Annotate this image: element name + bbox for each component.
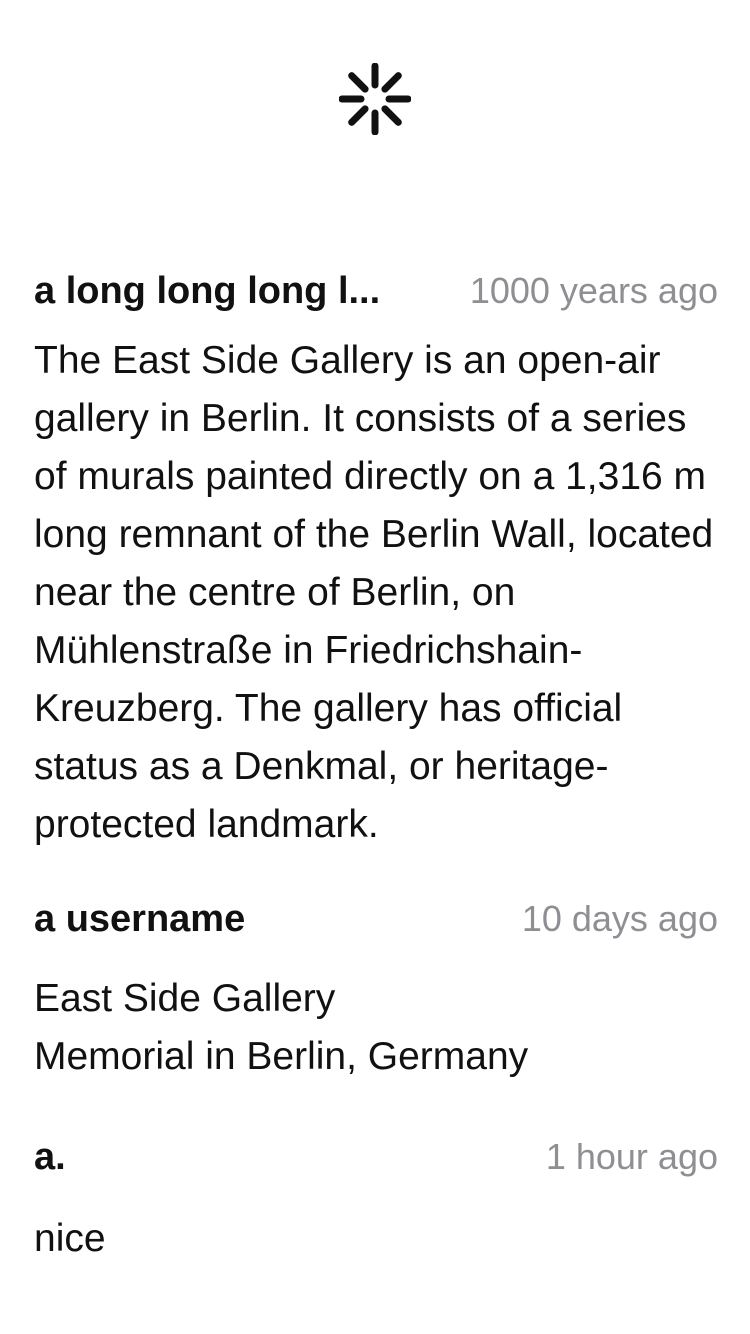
spinner-spoke	[381, 72, 402, 93]
comment-author[interactable]: a.	[34, 1128, 66, 1186]
comment-timestamp: 10 days ago	[521, 898, 718, 939]
spinner-spoke	[381, 105, 402, 126]
spinner-spoke	[348, 72, 369, 93]
comment-header: a. 1 hour ago	[34, 1128, 718, 1186]
comment-timestamp: 1000 years ago	[469, 270, 718, 311]
comment-item[interactable]: a. 1 hour ago nice	[34, 1128, 718, 1268]
comment-item[interactable]: a long long long l... 1000 years ago The…	[34, 262, 718, 854]
comment-author[interactable]: a long long long l...	[34, 262, 380, 320]
comment-author[interactable]: a username	[34, 890, 245, 948]
spinner-spoke	[348, 105, 369, 126]
comment-timestamp: 1 hour ago	[545, 1136, 718, 1177]
loading-spinner-icon	[338, 62, 412, 136]
comment-item[interactable]: a username 10 days ago East Side Gallery…	[34, 890, 718, 1086]
comment-header: a long long long l... 1000 years ago	[34, 262, 718, 320]
spinner-icon	[338, 62, 412, 136]
comment-list[interactable]: a long long long l... 1000 years ago The…	[34, 262, 718, 1268]
comment-body: nice	[34, 1217, 106, 1260]
comment-body: East Side Gallery Memorial in Berlin, Ge…	[34, 977, 529, 1078]
comment-body: The East Side Gallery is an open-air gal…	[34, 339, 714, 846]
comment-header: a username 10 days ago	[34, 890, 718, 948]
